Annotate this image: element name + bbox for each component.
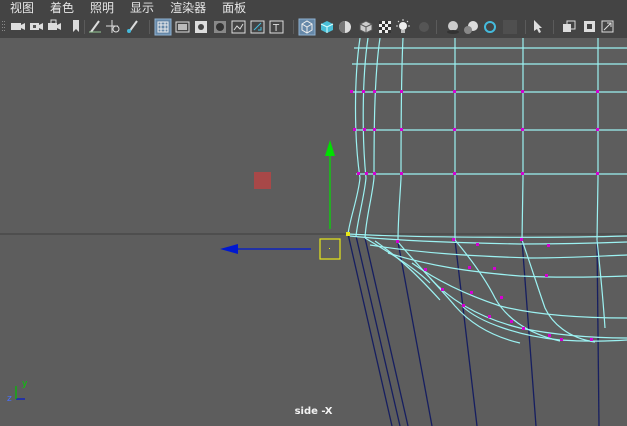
safe-action-icon[interactable] xyxy=(250,20,265,34)
camera-icon[interactable] xyxy=(11,23,25,30)
ambient-occlusion-icon[interactable] xyxy=(447,21,459,34)
grease-pencil-icon[interactable] xyxy=(89,20,101,33)
pivot-marker[interactable] xyxy=(254,172,271,189)
camera-name-label: side -X xyxy=(294,406,333,417)
toolbar-icons: T xyxy=(2,18,614,36)
paint-brush-icon[interactable] xyxy=(127,20,138,33)
safe-title-icon[interactable]: T xyxy=(269,20,284,34)
camera-lock-icon[interactable] xyxy=(48,19,61,30)
grid-icon[interactable] xyxy=(154,18,172,36)
wireframe-on-shaded-icon[interactable] xyxy=(359,20,373,34)
light-bulb-icon[interactable] xyxy=(396,19,410,33)
svg-text:T: T xyxy=(272,23,280,34)
manip-y-arrow[interactable] xyxy=(325,140,335,156)
menu-view[interactable]: 视图 xyxy=(0,0,40,16)
menu-renderer[interactable]: 渲染器 xyxy=(160,0,212,16)
move-manipulator[interactable] xyxy=(220,140,341,260)
motion-blur-icon[interactable] xyxy=(464,21,478,34)
smooth-shade-cube-icon[interactable] xyxy=(320,21,334,33)
toolbar-grip xyxy=(2,21,5,31)
menu-panels[interactable]: 面板 xyxy=(212,0,252,16)
menu-lighting[interactable]: 照明 xyxy=(80,0,120,16)
xray-icon[interactable] xyxy=(563,20,576,32)
field-chart-icon[interactable] xyxy=(231,20,246,34)
gate-mask-icon[interactable] xyxy=(214,21,226,33)
checker-icon[interactable] xyxy=(379,21,391,33)
wireframe-cube-icon[interactable] xyxy=(298,18,316,36)
depth-of-field-icon[interactable] xyxy=(503,20,517,34)
menu-bar: 视图 着色 照明 显示 渲染器 面板 xyxy=(0,0,627,16)
menu-shading[interactable]: 着色 xyxy=(40,0,80,16)
polygon-mesh-wireframe xyxy=(347,38,627,344)
viewport-panel[interactable]: y z xyxy=(0,38,627,426)
xray-components-icon[interactable] xyxy=(601,20,614,33)
mesh-vertices xyxy=(350,90,599,341)
bookmark-icon[interactable] xyxy=(73,20,79,32)
axis-label-y: y xyxy=(22,379,28,389)
manip-z-arrow[interactable] xyxy=(220,244,238,254)
shadow-icon[interactable] xyxy=(419,22,429,32)
xray-joints-icon[interactable] xyxy=(584,21,595,32)
resolution-gate-icon[interactable] xyxy=(195,21,207,33)
selected-vertex xyxy=(346,232,350,236)
film-gate-icon[interactable] xyxy=(175,21,190,33)
shade-ball-icon[interactable] xyxy=(339,21,351,33)
axis-label-z: z xyxy=(7,394,12,404)
pan-zoom-icon[interactable] xyxy=(106,20,120,33)
anti-alias-icon[interactable] xyxy=(484,21,496,33)
isolate-select-icon[interactable] xyxy=(534,20,542,33)
camera-attribute-icon[interactable] xyxy=(30,23,43,30)
viewport-canvas[interactable]: y z xyxy=(0,38,627,426)
menu-show[interactable]: 显示 xyxy=(120,0,160,16)
panel-toolbar: T xyxy=(0,16,627,39)
